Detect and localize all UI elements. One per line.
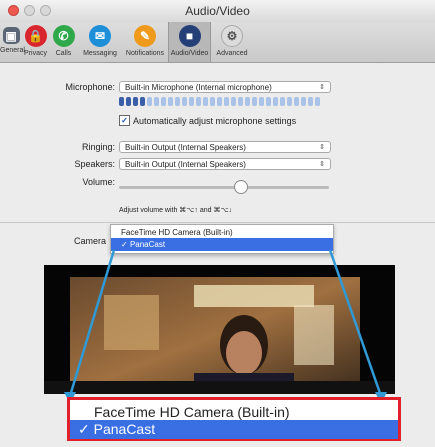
- camera-label: Camera: [74, 236, 107, 246]
- phone-icon: ✆: [52, 25, 75, 47]
- meter-bar: [266, 97, 271, 106]
- title-bar: Audio/Video: [0, 0, 435, 23]
- microphone-select[interactable]: Built-in Microphone (Internal microphone…: [119, 81, 331, 93]
- tab-notifications-label: Notifications: [125, 50, 165, 57]
- tab-advanced-label: Advanced: [216, 50, 248, 57]
- meter-bar: [140, 97, 145, 106]
- meter-bar: [210, 97, 215, 106]
- checkmark-icon: ✓: [119, 115, 130, 126]
- ringing-label: Ringing:: [81, 142, 115, 152]
- tab-privacy[interactable]: 🔒 Privacy: [22, 22, 49, 62]
- camera-preview-image: [44, 265, 395, 394]
- volume-slider[interactable]: [119, 180, 329, 194]
- camera-menu-zoom-callout: FaceTime HD Camera (Built-in) ✓ PanaCast: [67, 397, 401, 441]
- microphone-value: Built-in Microphone (Internal microphone…: [125, 83, 272, 92]
- input-level-meter: [119, 93, 322, 106]
- meter-bar: [175, 97, 180, 106]
- meter-bar: [280, 97, 285, 106]
- camera-option-facetime-label: FaceTime HD Camera (Built-in): [121, 228, 233, 237]
- meter-bar: [203, 97, 208, 106]
- volume-slider-knob[interactable]: [233, 180, 248, 194]
- meter-bar: [126, 97, 131, 106]
- tab-calls[interactable]: ✆ Calls: [50, 22, 77, 62]
- ringing-select[interactable]: Built-in Output (Internal Speakers) ⇕: [119, 141, 331, 153]
- meter-bar: [231, 97, 236, 106]
- zoom-option-facetime-label: FaceTime HD Camera (Built-in): [94, 404, 290, 420]
- speakers-select[interactable]: Built-in Output (Internal Speakers) ⇕: [119, 158, 331, 170]
- tab-notifications[interactable]: ✎ Notifications: [122, 22, 168, 62]
- meter-bar: [259, 97, 264, 106]
- microphone-label: Microphone:: [65, 82, 115, 92]
- tab-audio-video[interactable]: ■ Audio/Video: [168, 22, 211, 62]
- lock-icon: 🔒: [24, 25, 47, 47]
- meter-bar: [147, 97, 152, 106]
- meter-bar: [301, 97, 306, 106]
- meter-bar: [133, 97, 138, 106]
- meter-bar: [161, 97, 166, 106]
- bell-icon: ✎: [134, 25, 156, 47]
- message-icon: ✉: [89, 25, 111, 47]
- gear-icon: ⚙: [221, 25, 243, 47]
- tab-calls-label: Calls: [55, 50, 72, 57]
- tab-messaging[interactable]: ✉ Messaging: [80, 22, 120, 62]
- chevron-updown-icon: ⇕: [319, 144, 325, 151]
- tab-audio-video-label: Audio/Video: [170, 50, 209, 57]
- meter-bar: [245, 97, 250, 106]
- window-title: Audio/Video: [185, 4, 250, 18]
- tab-general[interactable]: ▣ General: [0, 22, 25, 62]
- meter-bar: [217, 97, 222, 106]
- meter-bar: [273, 97, 278, 106]
- meter-bar: [308, 97, 313, 106]
- preferences-window: Audio/Video ▣ General 🔒 Privacy ✆ Calls …: [0, 0, 435, 447]
- tab-privacy-label: Privacy: [24, 50, 47, 57]
- tab-advanced[interactable]: ⚙ Advanced: [212, 22, 252, 62]
- meter-bar: [154, 97, 159, 106]
- tab-general-label: General: [0, 47, 25, 54]
- ringing-value: Built-in Output (Internal Speakers): [125, 143, 246, 152]
- camera-preview: [44, 265, 395, 394]
- meter-bar: [196, 97, 201, 106]
- volume-label: Volume:: [82, 177, 115, 187]
- checkmark-icon: ✓: [121, 240, 128, 249]
- speakers-label: Speakers:: [74, 159, 115, 169]
- camera-option-panacast[interactable]: ✓ PanaCast: [111, 238, 333, 251]
- zoom-option-panacast[interactable]: ✓ PanaCast: [70, 420, 398, 439]
- preferences-toolbar: ▣ General 🔒 Privacy ✆ Calls ✉ Messaging …: [0, 22, 435, 63]
- auto-adjust-checkbox[interactable]: ✓ Automatically adjust microphone settin…: [119, 115, 296, 126]
- meter-bar: [315, 97, 320, 106]
- video-icon: ■: [178, 25, 201, 47]
- volume-hint: Adjust volume with ⌘⌥↑ and ⌘⌥↓: [119, 207, 233, 214]
- meter-bar: [238, 97, 243, 106]
- tab-messaging-label: Messaging: [83, 50, 117, 57]
- auto-adjust-label: Automatically adjust microphone settings: [133, 115, 297, 126]
- general-icon: ▣: [2, 27, 20, 44]
- meter-bar: [224, 97, 229, 106]
- meter-bar: [287, 97, 292, 106]
- chevron-updown-icon: ⇕: [319, 161, 325, 168]
- meter-bar: [119, 97, 124, 106]
- zoom-option-panacast-label: PanaCast: [93, 421, 156, 437]
- camera-dropdown-menu: FaceTime HD Camera (Built-in) ✓ PanaCast: [110, 224, 334, 254]
- checkmark-icon: ✓: [78, 421, 90, 437]
- section-divider: [0, 222, 435, 223]
- meter-bar: [294, 97, 299, 106]
- audio-settings: Microphone: Built-in Microphone (Interna…: [0, 63, 435, 214]
- meter-bar: [168, 97, 173, 106]
- camera-option-panacast-label: PanaCast: [129, 240, 166, 249]
- meter-bar: [182, 97, 187, 106]
- meter-bar: [189, 97, 194, 106]
- speakers-value: Built-in Output (Internal Speakers): [125, 160, 246, 169]
- meter-bar: [252, 97, 257, 106]
